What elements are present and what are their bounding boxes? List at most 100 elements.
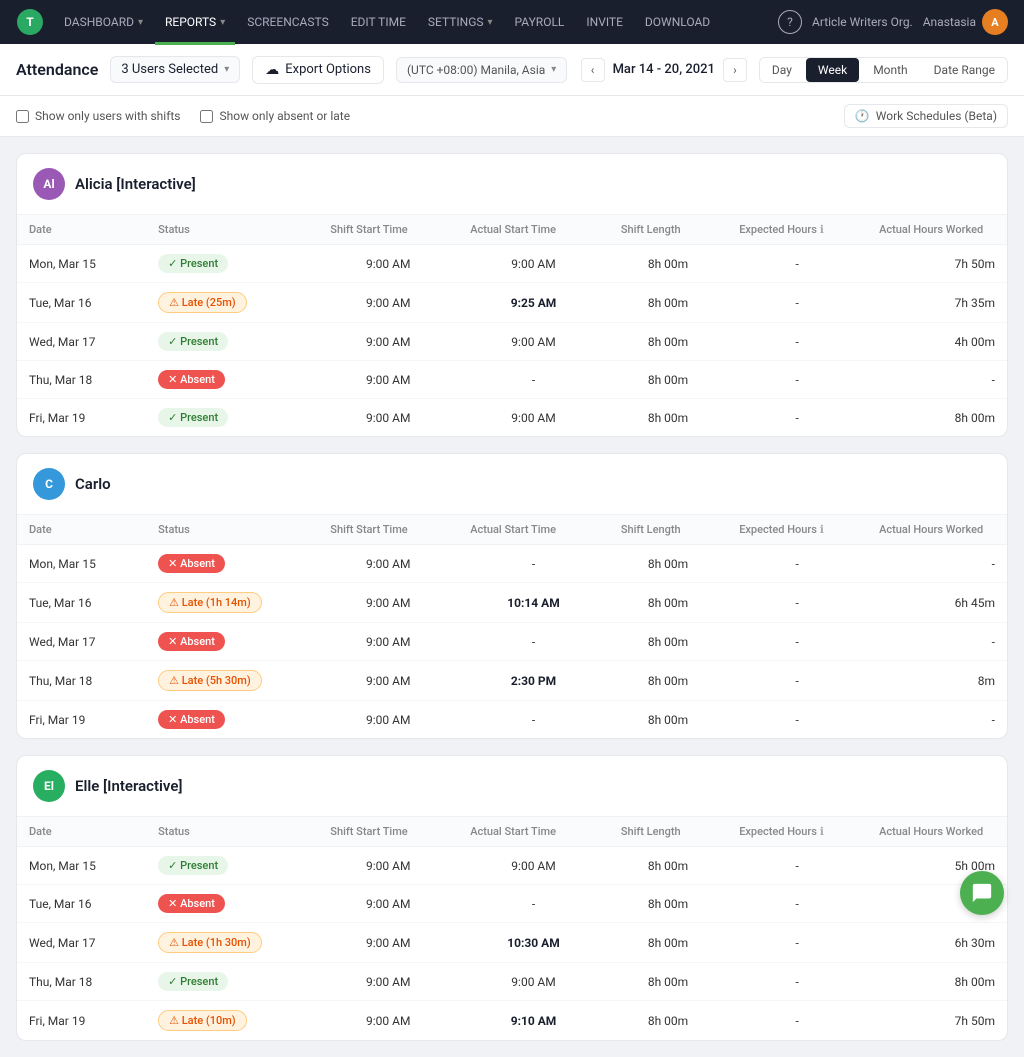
shift-start-cell: 9:00 AM <box>318 701 458 739</box>
shift-start-cell: 9:00 AM <box>318 661 458 701</box>
user-menu[interactable]: Anastasia A <box>923 9 1008 35</box>
tab-day[interactable]: Day <box>760 58 804 82</box>
date-cell: Tue, Mar 16 <box>17 283 146 323</box>
filter-absent-late[interactable]: Show only absent or late <box>200 109 350 123</box>
table-row: Tue, Mar 16 ⚠ Late (25m) 9:00 AM 9:25 AM… <box>17 283 1007 323</box>
status-cell: ✕ Absent <box>146 623 318 661</box>
status-badge: ✓ Present <box>158 408 228 427</box>
table-row: Tue, Mar 16 ✕ Absent 9:00 AM - 8h 00m - … <box>17 885 1007 923</box>
expected-hours-cell: - <box>727 399 867 437</box>
nav-payroll[interactable]: PAYROLL <box>505 11 575 33</box>
date-cell: Tue, Mar 16 <box>17 583 146 623</box>
filter-shifts[interactable]: Show only users with shifts <box>16 109 180 123</box>
tab-month[interactable]: Month <box>861 58 919 82</box>
table-row: Fri, Mar 19 ⚠ Late (10m) 9:00 AM 9:10 AM… <box>17 1001 1007 1041</box>
shift-length-cell: 8h 00m <box>609 583 727 623</box>
nav-invite[interactable]: INVITE <box>576 11 633 33</box>
actual-start-cell: 10:30 AM <box>458 923 609 963</box>
shift-start-cell: 9:00 AM <box>318 923 458 963</box>
date-cell: Mon, Mar 15 <box>17 245 146 283</box>
user-name: Anastasia <box>923 15 976 29</box>
actual-start-cell: 9:00 AM <box>458 399 609 437</box>
nav-settings[interactable]: SETTINGS ▾ <box>418 11 503 33</box>
expected-hours-cell: - <box>727 701 867 739</box>
shift-length-cell: 8h 00m <box>609 245 727 283</box>
expected-hours-cell: - <box>727 623 867 661</box>
shift-start-cell: 9:00 AM <box>318 361 458 399</box>
col-header-expected: Expected Hours ℹ <box>727 515 867 545</box>
nav-download[interactable]: DOWNLOAD <box>635 11 720 33</box>
shift-start-cell: 9:00 AM <box>318 623 458 661</box>
date-range-label: Mar 14 - 20, 2021 <box>613 62 715 77</box>
status-badge: ⚠ Late (10m) <box>158 1010 247 1031</box>
user-card-header-0: AlAlicia [Interactive] <box>17 154 1007 215</box>
actual-start-cell: - <box>458 701 609 739</box>
status-cell: ✓ Present <box>146 847 318 885</box>
user-card-2: ElElle [Interactive] Date Status Shift S… <box>16 755 1008 1041</box>
actual-start-value: - <box>532 897 535 911</box>
app-logo[interactable]: T <box>16 8 44 36</box>
filters-bar: Show only users with shifts Show only ab… <box>0 96 1024 137</box>
actual-worked-cell: 7h 35m <box>867 283 1007 323</box>
nav-edit-time[interactable]: EDIT TIME <box>341 11 416 33</box>
status-cell: ✕ Absent <box>146 885 318 923</box>
info-icon[interactable]: ℹ <box>820 223 824 236</box>
nav-dashboard[interactable]: DASHBOARD ▾ <box>54 11 153 33</box>
expected-hours-cell: - <box>727 323 867 361</box>
shift-start-cell: 9:00 AM <box>318 1001 458 1041</box>
expected-hours-cell: - <box>727 963 867 1001</box>
actual-start-value: 9:00 AM <box>511 257 555 271</box>
status-cell: ✓ Present <box>146 323 318 361</box>
actual-start-cell: 9:00 AM <box>458 245 609 283</box>
status-badge: ✓ Present <box>158 972 228 991</box>
export-button[interactable]: ☁ Export Options <box>252 56 384 84</box>
filter-absent-late-checkbox[interactable] <box>200 110 213 123</box>
user-name-0: Alicia [Interactive] <box>75 175 196 193</box>
expected-hours-cell: - <box>727 245 867 283</box>
actual-start-cell: - <box>458 545 609 583</box>
help-button[interactable]: ? <box>778 10 802 34</box>
shift-length-cell: 8h 00m <box>609 545 727 583</box>
actual-start-cell: 9:10 AM <box>458 1001 609 1041</box>
shift-start-cell: 9:00 AM <box>318 847 458 885</box>
nav-screencasts[interactable]: SCREENCASTS <box>237 11 339 33</box>
table-row: Wed, Mar 17 ✕ Absent 9:00 AM - 8h 00m - … <box>17 623 1007 661</box>
filter-shifts-checkbox[interactable] <box>16 110 29 123</box>
tab-date-range[interactable]: Date Range <box>922 58 1007 82</box>
actual-worked-cell: - <box>867 361 1007 399</box>
user-selector-chevron: ▾ <box>224 64 229 75</box>
col-header-actual-worked: Actual Hours Worked <box>867 215 1007 245</box>
col-header-actual-start: Actual Start Time <box>458 817 609 847</box>
actual-start-cell: 9:00 AM <box>458 847 609 885</box>
next-date-button[interactable]: › <box>723 58 747 82</box>
col-header-expected: Expected Hours ℹ <box>727 817 867 847</box>
status-cell: ⚠ Late (5h 30m) <box>146 661 318 701</box>
date-cell: Tue, Mar 16 <box>17 885 146 923</box>
main-content: AlAlicia [Interactive] Date Status Shift… <box>0 137 1024 1057</box>
table-row: Thu, Mar 18 ✕ Absent 9:00 AM - 8h 00m - … <box>17 361 1007 399</box>
chat-button[interactable] <box>960 871 1004 915</box>
status-cell: ✕ Absent <box>146 361 318 399</box>
work-schedule-button[interactable]: 🕐 Work Schedules (Beta) <box>844 104 1008 128</box>
actual-start-value: 10:14 AM <box>507 596 559 610</box>
actual-start-value: - <box>532 557 535 571</box>
col-header-actual-start: Actual Start Time <box>458 515 609 545</box>
user-selector[interactable]: 3 Users Selected ▾ <box>110 56 240 83</box>
col-header-shift-start: Shift Start Time <box>318 215 458 245</box>
actual-start-value: - <box>532 635 535 649</box>
tab-week[interactable]: Week <box>806 58 859 82</box>
info-icon[interactable]: ℹ <box>820 825 824 838</box>
nav-reports[interactable]: REPORTS ▾ <box>155 11 235 33</box>
timezone-selector[interactable]: (UTC +08:00) Manila, Asia ▾ <box>396 57 567 83</box>
date-navigation: ‹ Mar 14 - 20, 2021 › <box>581 58 747 82</box>
status-cell: ⚠ Late (25m) <box>146 283 318 323</box>
prev-date-button[interactable]: ‹ <box>581 58 605 82</box>
date-cell: Wed, Mar 17 <box>17 923 146 963</box>
info-icon[interactable]: ℹ <box>820 523 824 536</box>
status-badge: ✓ Present <box>158 254 228 273</box>
status-cell: ⚠ Late (1h 14m) <box>146 583 318 623</box>
col-header-actual-worked: Actual Hours Worked <box>867 817 1007 847</box>
status-badge: ✕ Absent <box>158 370 225 389</box>
shift-length-cell: 8h 00m <box>609 399 727 437</box>
status-cell: ✓ Present <box>146 399 318 437</box>
